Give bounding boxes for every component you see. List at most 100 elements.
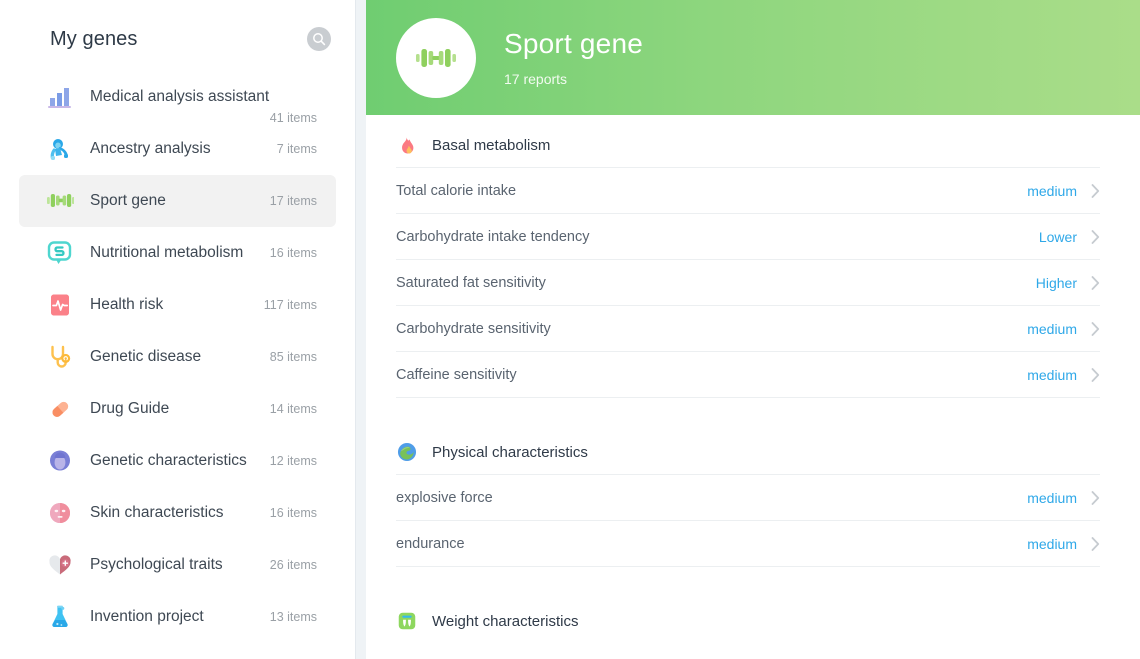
chevron-right-icon: [1091, 490, 1100, 505]
hero-text: Sport gene 17 reports: [504, 28, 643, 87]
search-button[interactable]: [307, 27, 331, 51]
sidebar-item-count: 16 items: [269, 246, 317, 260]
dumbbell-icon: [416, 48, 456, 67]
sidebar-item-count: 13 items: [269, 610, 317, 624]
sidebar-item-count: 117 items: [263, 298, 317, 312]
pill-icon: [52, 401, 69, 417]
sidebar-item-count: 12 items: [269, 454, 317, 468]
sidebar-item-genetic-characteristics[interactable]: Genetic characteristics 12 items: [19, 435, 336, 487]
report-row-value: Lower: [1038, 228, 1077, 245]
stethoscope-icon: [46, 343, 74, 371]
section-header: Physical characteristics: [396, 422, 1100, 474]
report-section: Basal metabolism Total calorie intake me…: [366, 115, 1130, 398]
muscle-globe-icon: [396, 441, 418, 463]
chevron-right-icon: [1091, 536, 1100, 551]
sidebar-item-nutritional-metabolism[interactable]: Nutritional metabolism 16 items: [19, 227, 336, 279]
report-row[interactable]: Total calorie intake medium: [396, 168, 1100, 214]
person-head-icon: [46, 447, 74, 475]
report-count: 17 reports: [504, 71, 568, 87]
section-header: Basal metabolism: [396, 115, 1100, 167]
sidebar-item-label: Psychological traits: [90, 556, 223, 573]
sidebar-item-label: Invention project: [90, 608, 204, 625]
sidebar-item-psychological-traits[interactable]: Psychological traits 26 items: [19, 539, 336, 591]
sidebar-item-skin-characteristics[interactable]: Skin characteristics 16 items: [19, 487, 336, 539]
report-row-value: medium: [1027, 320, 1077, 337]
chevron-right-icon: [1091, 229, 1100, 244]
chevron-right-icon: [1091, 321, 1100, 336]
sidebar-item-label: Genetic disease: [90, 348, 202, 365]
sidebar-item-medical-analysis-assistant[interactable]: Medical analysis assistant 41 items: [19, 71, 336, 125]
person-head-icon: [50, 450, 70, 471]
sidebar-item-count: 14 items: [269, 402, 317, 416]
sidebar-item-label: Drug Guide: [90, 400, 170, 417]
report-row-value: medium: [1027, 489, 1077, 506]
sidebar-item-label: Sport gene: [90, 192, 166, 209]
flame-icon: [396, 134, 418, 156]
search-icon: [313, 33, 326, 46]
chat-bubble-icon: [47, 241, 72, 264]
hero-avatar: [396, 17, 476, 98]
report-rows: explosive force medium endurance medium: [396, 474, 1100, 567]
dumbbell-icon: [46, 187, 74, 215]
bar-chart-icon: [48, 88, 71, 108]
report-row-value: medium: [1027, 366, 1077, 383]
report-row-label: Saturated fat sensitivity: [396, 274, 546, 291]
heart-plus-icon: [46, 551, 74, 579]
chevron-right-icon: [1091, 183, 1100, 198]
sidebar-item-sport-gene[interactable]: Sport gene 17 items: [19, 175, 336, 227]
report-row-label: endurance: [396, 535, 465, 552]
report-row-value: Higher: [1035, 274, 1077, 291]
section-header: Weight characteristics: [396, 591, 1100, 643]
report-row[interactable]: Saturated fat sensitivity Higher: [396, 260, 1100, 306]
report-row-label: Caffeine sensitivity: [396, 366, 517, 383]
sidebar-item-label: Medical analysis assistant: [90, 88, 270, 105]
report-row-value: medium: [1027, 182, 1077, 199]
report-row-label: Carbohydrate intake tendency: [396, 228, 590, 245]
report-row-label: Total calorie intake: [396, 182, 517, 199]
section-title: Weight characteristics: [432, 612, 579, 630]
sidebar-title: My genes: [50, 27, 138, 50]
sidebar-item-count: 41 items: [269, 111, 317, 125]
sidebar-item-label: Health risk: [90, 296, 164, 313]
sidebar: My genes Medical analysis assistant 41 it…: [0, 0, 356, 659]
pill-icon: [46, 395, 74, 423]
report-row[interactable]: explosive force medium: [396, 475, 1100, 521]
heartbeat-icon: [51, 294, 69, 316]
hero-banner: Sport gene 17 reports: [366, 0, 1140, 115]
sidebar-item-genetic-disease[interactable]: Genetic disease 85 items: [19, 331, 336, 383]
sidebar-item-invention-project[interactable]: Invention project 13 items: [19, 591, 336, 643]
flask-icon: [52, 605, 68, 628]
report-row[interactable]: Carbohydrate intake tendency Lower: [396, 214, 1100, 260]
report-section: Physical characteristics explosive force…: [366, 422, 1130, 567]
report-row-label: Carbohydrate sensitivity: [396, 320, 551, 337]
sidebar-item-label: Skin characteristics: [90, 504, 224, 521]
heartbeat-icon: [46, 291, 74, 319]
report-row[interactable]: Carbohydrate sensitivity medium: [396, 306, 1100, 352]
report-row[interactable]: endurance medium: [396, 521, 1100, 567]
sidebar-item-label: Genetic characteristics: [90, 452, 247, 469]
report-row-label: explosive force: [396, 489, 493, 506]
dumbbell-icon: [47, 194, 74, 207]
page-title: Sport gene: [504, 28, 643, 59]
flask-icon: [46, 603, 74, 631]
report-row-value: medium: [1027, 535, 1077, 552]
flame-icon: [402, 137, 414, 154]
sidebar-nav: Medical analysis assistant 41 items Ances…: [0, 71, 355, 643]
sidebar-header: My genes: [0, 0, 355, 51]
report-row[interactable]: Caffeine sensitivity medium: [396, 352, 1100, 398]
scale-icon: [398, 612, 416, 630]
sidebar-item-count: 7 items: [276, 142, 317, 156]
face-mask-icon: [50, 503, 70, 523]
scale-icon: [396, 610, 418, 632]
sidebar-item-health-risk[interactable]: Health risk 117 items: [19, 279, 336, 331]
sidebar-item-ancestry-analysis[interactable]: Ancestry analysis 7 items: [19, 123, 336, 175]
sidebar-item-count: 16 items: [269, 506, 317, 520]
stethoscope-icon: [51, 345, 71, 368]
chevron-right-icon: [1091, 367, 1100, 382]
app-root: My genes Medical analysis assistant 41 it…: [0, 0, 1140, 659]
sidebar-item-drug-guide[interactable]: Drug Guide 14 items: [19, 383, 336, 435]
muscle-globe-icon: [397, 442, 417, 462]
ape-icon: [50, 139, 68, 160]
